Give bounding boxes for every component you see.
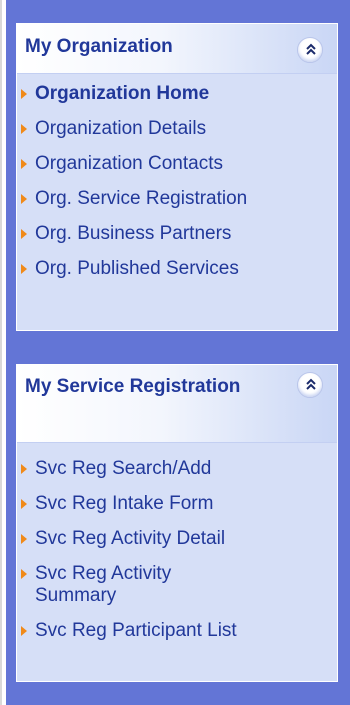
nav-item-label: Svc Reg Activity Summary <box>35 563 172 606</box>
panel-item-list: Svc Reg Search/Add Svc Reg Intake Form S… <box>17 443 337 642</box>
arrow-bullet-icon <box>21 89 27 99</box>
panel-header: My Organization <box>17 24 337 74</box>
collapse-button[interactable] <box>297 372 323 398</box>
nav-item-label: Svc Reg Activity Detail <box>35 528 226 549</box>
panel-title: My Organization <box>25 36 173 57</box>
double-chevron-up-icon <box>306 43 316 55</box>
nav-item-svc-reg-participant-list[interactable]: Svc Reg Participant List <box>17 620 337 642</box>
nav-item-label: Org. Published Services <box>35 258 239 279</box>
nav-item-label: Org. Business Partners <box>35 223 232 244</box>
panel-my-organization: My Organization Organization Home Organi… <box>16 23 338 331</box>
nav-item-svc-reg-activity-summary[interactable]: Svc Reg Activity Summary <box>17 563 337 607</box>
arrow-bullet-icon <box>21 499 27 509</box>
arrow-bullet-icon <box>21 569 27 579</box>
arrow-bullet-icon <box>21 626 27 636</box>
nav-item-svc-reg-search-add[interactable]: Svc Reg Search/Add <box>17 458 337 480</box>
page-left-border <box>0 0 2 705</box>
arrow-bullet-icon <box>21 194 27 204</box>
nav-item-label: Org. Service Registration <box>35 188 248 209</box>
panel-my-service-registration: My Service Registration Svc Reg Search/A… <box>16 364 338 682</box>
nav-item-svc-reg-intake-form[interactable]: Svc Reg Intake Form <box>17 493 337 515</box>
arrow-bullet-icon <box>21 264 27 274</box>
nav-item-svc-reg-activity-detail[interactable]: Svc Reg Activity Detail <box>17 528 337 550</box>
double-chevron-up-icon <box>306 378 316 390</box>
arrow-bullet-icon <box>21 534 27 544</box>
nav-item-organization-details[interactable]: Organization Details <box>17 118 337 140</box>
arrow-bullet-icon <box>21 229 27 239</box>
nav-item-label: Svc Reg Intake Form <box>35 493 214 514</box>
nav-item-label: Svc Reg Search/Add <box>35 458 212 479</box>
nav-item-org-published-services[interactable]: Org. Published Services <box>17 258 337 280</box>
panel-title: My Service Registration <box>25 376 241 397</box>
nav-item-org-business-partners[interactable]: Org. Business Partners <box>17 223 337 245</box>
panel-header: My Service Registration <box>17 365 337 443</box>
nav-item-label: Organization Details <box>35 118 207 139</box>
nav-item-label: Organization Home <box>35 83 210 104</box>
nav-item-organization-home[interactable]: Organization Home <box>17 83 337 105</box>
arrow-bullet-icon <box>21 464 27 474</box>
collapse-button[interactable] <box>297 37 323 63</box>
arrow-bullet-icon <box>21 159 27 169</box>
nav-item-label: Organization Contacts <box>35 153 223 174</box>
panel-item-list: Organization Home Organization Details O… <box>17 74 337 280</box>
nav-item-organization-contacts[interactable]: Organization Contacts <box>17 153 337 175</box>
nav-item-label: Svc Reg Participant List <box>35 620 237 641</box>
sidebar: My Organization Organization Home Organi… <box>6 0 350 705</box>
arrow-bullet-icon <box>21 124 27 134</box>
nav-item-org-service-registration[interactable]: Org. Service Registration <box>17 188 337 210</box>
